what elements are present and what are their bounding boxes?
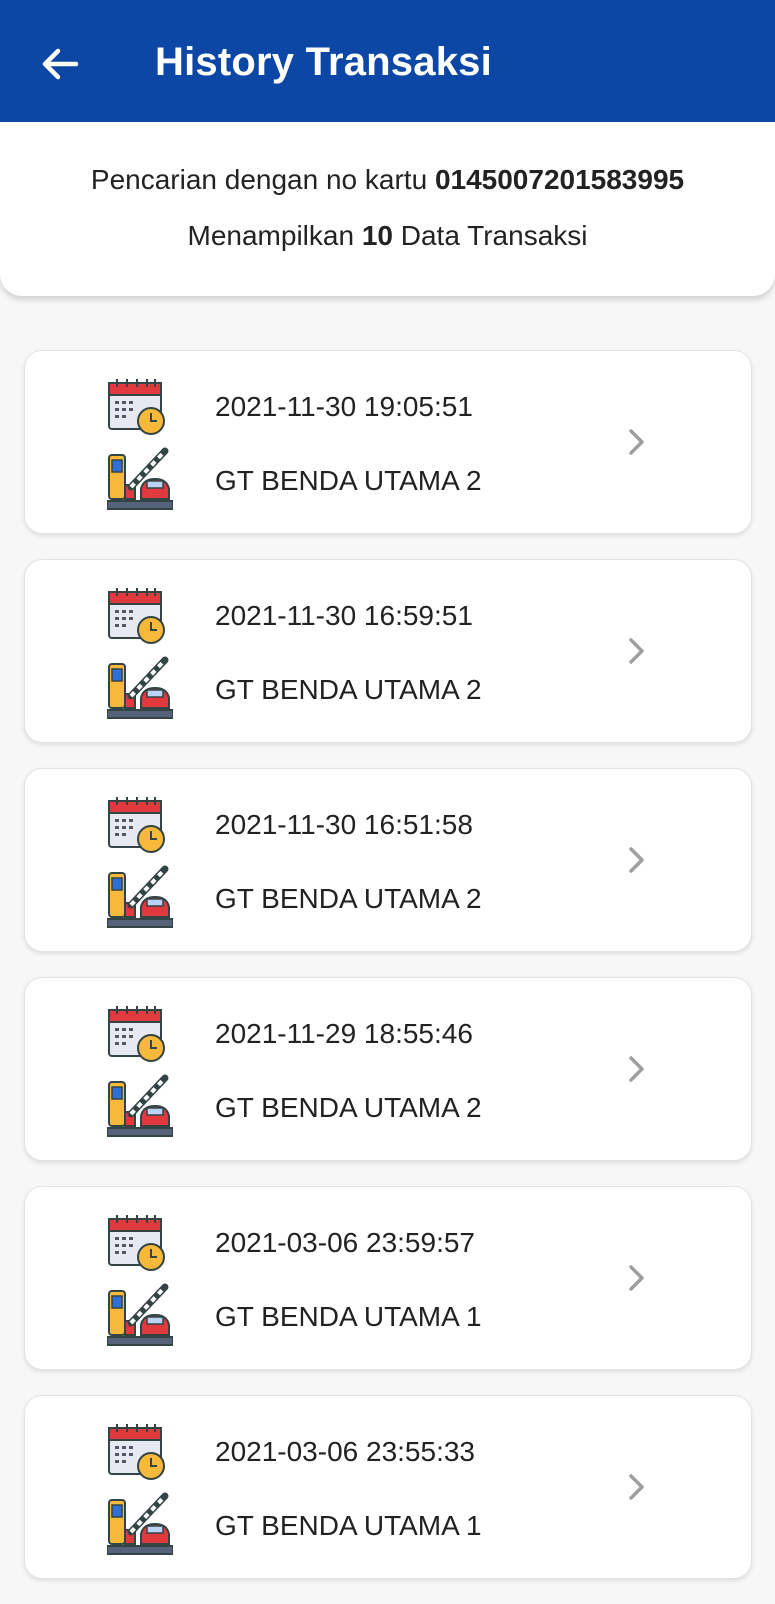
transaction-location: GT BENDA UTAMA 2 — [215, 674, 482, 705]
transaction-datetime: 2021-03-06 23:55:33 — [215, 1436, 475, 1467]
result-count: 10 — [361, 220, 393, 251]
arrow-left-icon[interactable] — [36, 40, 84, 88]
result-count-text: Menampilkan 10 Data Transaksi — [0, 220, 775, 252]
page-title: History Transaksi — [155, 40, 492, 84]
calendar-clock-icon — [108, 1424, 165, 1480]
toll-gate-icon — [107, 447, 173, 510]
calendar-clock-icon — [108, 588, 165, 644]
card-number: 0145007201583995 — [434, 164, 685, 195]
transaction-card[interactable]: 2021-11-30 19:05:51 GT BENDA UTAMA 2 — [24, 350, 752, 534]
chevron-right-icon[interactable] — [625, 636, 649, 666]
transaction-card[interactable]: 2021-03-06 23:59:57 GT BENDA UTAMA 1 — [24, 1186, 752, 1370]
transaction-datetime: 2021-11-30 16:59:51 — [215, 600, 473, 631]
toll-gate-icon — [107, 1492, 173, 1555]
calendar-clock-icon — [108, 379, 165, 435]
chevron-right-icon[interactable] — [625, 1054, 649, 1084]
app-bar: History Transaksi — [0, 0, 775, 122]
transaction-datetime: 2021-11-29 18:55:46 — [215, 1018, 473, 1049]
toll-gate-icon — [107, 1074, 173, 1137]
transaction-datetime: 2021-11-30 19:05:51 — [215, 391, 473, 422]
transaction-location: GT BENDA UTAMA 1 — [215, 1510, 482, 1541]
chevron-right-icon[interactable] — [625, 845, 649, 875]
transaction-location: GT BENDA UTAMA 2 — [215, 883, 482, 914]
transaction-location: GT BENDA UTAMA 2 — [215, 1092, 482, 1123]
search-info-text: Pencarian dengan no kartu 01450072015839… — [0, 164, 775, 196]
chevron-right-icon[interactable] — [625, 427, 649, 457]
transaction-datetime: 2021-11-30 16:51:58 — [215, 809, 473, 840]
transaction-card[interactable]: 2021-11-30 16:51:58 GT BENDA UTAMA 2 — [24, 768, 752, 952]
chevron-right-icon[interactable] — [625, 1263, 649, 1293]
toll-gate-icon — [107, 865, 173, 928]
toll-gate-icon — [107, 656, 173, 719]
calendar-clock-icon — [108, 1215, 165, 1271]
transaction-location: GT BENDA UTAMA 2 — [215, 465, 482, 496]
transaction-card[interactable]: 2021-11-29 18:55:46 GT BENDA UTAMA 2 — [24, 977, 752, 1161]
calendar-clock-icon — [108, 1006, 165, 1062]
search-info-panel: Pencarian dengan no kartu 01450072015839… — [0, 122, 775, 296]
toll-gate-icon — [107, 1283, 173, 1346]
transaction-list: 2021-11-30 19:05:51 GT BENDA UTAMA 2 202… — [24, 350, 752, 1604]
chevron-right-icon[interactable] — [625, 1472, 649, 1502]
search-prefix: Pencarian dengan no kartu — [90, 164, 435, 195]
transaction-card[interactable]: 2021-11-30 16:59:51 GT BENDA UTAMA 2 — [24, 559, 752, 743]
transaction-datetime: 2021-03-06 23:59:57 — [215, 1227, 475, 1258]
showing-suffix: Data Transaksi — [392, 220, 588, 251]
showing-prefix: Menampilkan — [187, 220, 362, 251]
calendar-clock-icon — [108, 797, 165, 853]
transaction-card[interactable]: 2021-03-06 23:55:33 GT BENDA UTAMA 1 — [24, 1395, 752, 1579]
transaction-location: GT BENDA UTAMA 1 — [215, 1301, 482, 1332]
